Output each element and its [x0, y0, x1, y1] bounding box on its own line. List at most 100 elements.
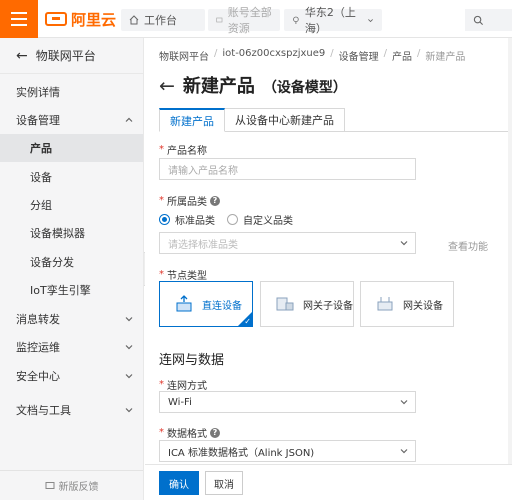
- sidebar-back-link[interactable]: ← 物联网平台: [0, 38, 143, 74]
- node-type-label: * 节点类型: [159, 267, 207, 282]
- data-format-label: * 数据格式 ?: [159, 425, 220, 440]
- feedback-label: 新版反馈: [58, 482, 99, 493]
- back-arrow-icon: ←: [16, 47, 28, 64]
- label-text: 产品名称: [167, 146, 207, 157]
- required-mark: *: [159, 144, 164, 155]
- sidebar-item-label: 分组: [30, 199, 52, 212]
- sidebar-item-message-forwarding[interactable]: 消息转发: [0, 305, 143, 333]
- node-type-card-gateway-subdevice[interactable]: 网关子设备: [260, 281, 354, 327]
- search-icon: [473, 15, 484, 25]
- category-label: * 所属品类 ?: [159, 193, 220, 208]
- label-text: 数据格式: [167, 429, 207, 440]
- sidebar-item-docs-tools[interactable]: 文档与工具: [0, 396, 143, 424]
- workspace-button[interactable]: 工作台: [121, 9, 205, 31]
- direct-device-icon: [176, 295, 192, 312]
- breadcrumb-current: 新建产品: [425, 52, 466, 63]
- folder-icon: [216, 17, 223, 23]
- category-radio-group: 标准品类 自定义品类: [159, 212, 293, 227]
- breadcrumb-item[interactable]: 设备管理: [339, 48, 379, 63]
- back-arrow-icon[interactable]: ←: [159, 75, 175, 97]
- logo-text: 阿里云: [71, 10, 117, 29]
- location-pin-icon: [293, 16, 299, 24]
- sidebar-item-label: 安全中心: [16, 370, 60, 383]
- new-version-feedback-link[interactable]: 新版反馈: [0, 470, 143, 500]
- sidebar-item-label: 设备管理: [16, 114, 60, 127]
- sidebar-item-monitoring-ops[interactable]: 监控运维: [0, 333, 143, 361]
- sidebar-item-device[interactable]: 设备: [0, 163, 143, 191]
- breadcrumb-item[interactable]: 产品: [392, 48, 412, 63]
- region-selector[interactable]: 华东2（上海）: [284, 6, 382, 35]
- select-placeholder: 请选择标准品类: [168, 239, 238, 251]
- input-placeholder: 请输入产品名称: [168, 165, 238, 177]
- chevron-down-icon: [125, 345, 133, 350]
- workspace-label: 工作台: [144, 14, 177, 27]
- breadcrumb-item[interactable]: 物联网平台: [159, 48, 209, 63]
- product-name-label: * 产品名称: [159, 142, 207, 157]
- page-title: ← 新建产品 （设备模型）: [159, 72, 347, 98]
- main-content: 物联网平台 / iot-06z00cxspzjxue9 / 设备管理 / 产品 / 新建…: [145, 38, 512, 500]
- sidebar-title: 物联网平台: [35, 49, 96, 63]
- help-icon[interactable]: ?: [210, 195, 220, 206]
- network-data-section-title: 连网与数据: [159, 353, 225, 368]
- form-footer: 确认 取消: [145, 464, 512, 500]
- breadcrumb-item[interactable]: iot-06z00cxspzjxue9: [222, 48, 325, 63]
- sidebar-item-security-center[interactable]: 安全中心: [0, 362, 143, 390]
- sidebar-item-iot-twin-engine[interactable]: IoT孪生引擎: [0, 276, 143, 304]
- confirm-button[interactable]: 确认: [159, 471, 199, 495]
- label-text: 节点类型: [167, 271, 207, 282]
- node-type-card-direct-device[interactable]: 直连设备 ✓: [159, 281, 253, 327]
- region-label: 华东2（上海）: [304, 6, 356, 35]
- sidebar-item-instance-details[interactable]: 实例详情: [0, 78, 143, 106]
- sidebar-item-device-distribution[interactable]: 设备分发: [0, 248, 143, 276]
- help-icon[interactable]: ?: [210, 427, 220, 438]
- sidebar-item-product[interactable]: 产品: [0, 134, 143, 162]
- account-resource-selector[interactable]: 账号全部资源: [208, 6, 280, 35]
- check-icon: ✓: [244, 317, 251, 326]
- breadcrumb-separator: /: [383, 48, 388, 59]
- sidebar-item-device-management[interactable]: 设备管理: [0, 106, 143, 134]
- breadcrumb: 物联网平台 / iot-06z00cxspzjxue9 / 设备管理 / 产品 / 新建…: [159, 48, 465, 63]
- radio-standard-category[interactable]: 标准品类: [159, 212, 215, 227]
- sidebar-item-group[interactable]: 分组: [0, 191, 143, 219]
- radio-label: 标准品类: [175, 216, 215, 227]
- node-type-card-gateway-device[interactable]: 网关设备: [360, 281, 454, 327]
- sidebar-item-device-simulator[interactable]: 设备模拟器: [0, 219, 143, 247]
- network-method-select[interactable]: Wi-Fi: [159, 391, 416, 413]
- select-value: Wi-Fi: [168, 396, 192, 408]
- card-label: 网关子设备: [303, 300, 353, 312]
- breadcrumb-separator: /: [214, 48, 218, 59]
- search-input[interactable]: [465, 9, 512, 31]
- chevron-down-icon: [125, 408, 133, 413]
- sidebar-item-label: 产品: [30, 142, 52, 155]
- required-mark: *: [159, 269, 164, 280]
- gateway-subdevice-icon: [276, 297, 294, 311]
- standard-category-select[interactable]: 请选择标准品类: [159, 232, 416, 254]
- product-name-input[interactable]: 请输入产品名称: [159, 158, 416, 180]
- chevron-down-icon: [400, 241, 408, 246]
- hamburger-menu-button[interactable]: [0, 0, 38, 38]
- aliyun-logo-icon: [45, 12, 67, 26]
- card-label: 网关设备: [403, 300, 443, 312]
- tab-bar: 新建产品 从设备中心新建产品: [159, 108, 345, 132]
- required-mark: *: [159, 427, 164, 438]
- vertical-scrollbar[interactable]: [508, 38, 512, 464]
- sidebar-item-label: 监控运维: [16, 341, 60, 354]
- radio-custom-category[interactable]: 自定义品类: [227, 212, 293, 227]
- radio-indicator: [159, 214, 170, 225]
- view-features-link[interactable]: 查看功能: [448, 238, 488, 253]
- breadcrumb-separator: /: [417, 48, 421, 59]
- network-method-label: * 连网方式: [159, 377, 207, 392]
- chevron-up-icon: [125, 117, 133, 122]
- tab-from-device-center[interactable]: 从设备中心新建产品: [225, 108, 345, 132]
- card-label: 直连设备: [202, 300, 242, 312]
- required-mark: *: [159, 379, 164, 390]
- cancel-button[interactable]: 取消: [205, 471, 243, 495]
- label-text: 所属品类: [167, 197, 207, 208]
- top-bar: 阿里云 工作台 账号全部资源 华东2（上海）: [0, 0, 512, 38]
- aliyun-logo[interactable]: 阿里云: [45, 9, 116, 29]
- menu-line: [11, 12, 27, 14]
- required-mark: *: [159, 195, 164, 206]
- tab-new-product[interactable]: 新建产品: [159, 108, 225, 132]
- sidebar-item-label: 设备分发: [30, 256, 74, 269]
- data-format-select[interactable]: ICA 标准数据格式（Alink JSON): [159, 440, 416, 462]
